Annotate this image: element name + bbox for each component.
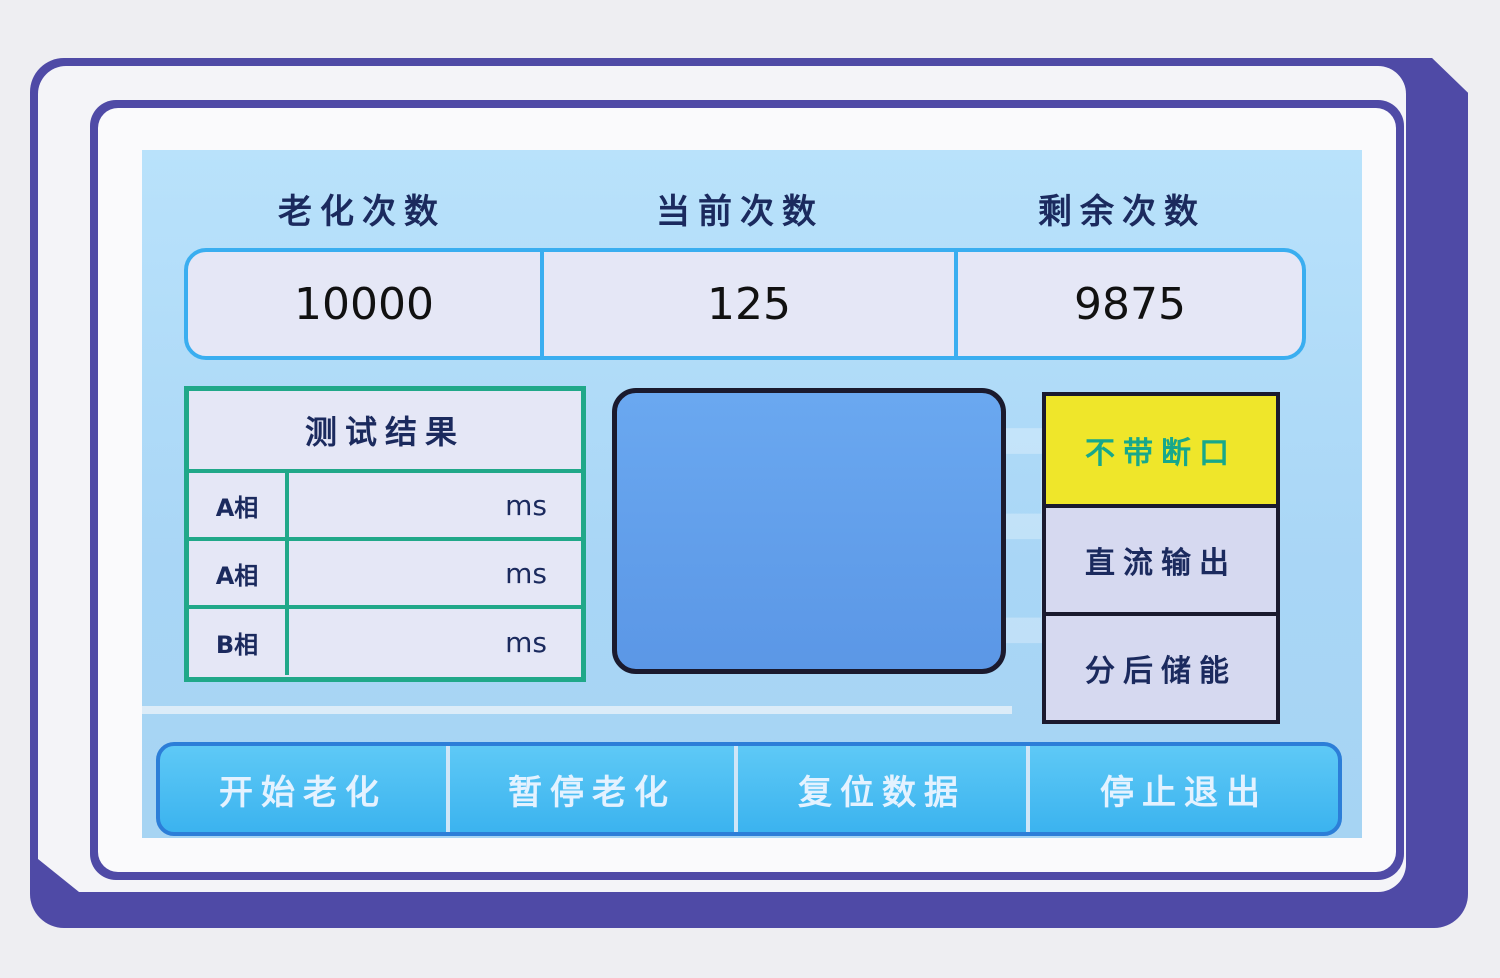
stop-exit-button[interactable]: 停止退出 — [1030, 746, 1338, 832]
header-aging-count: 老化次数 — [278, 192, 446, 232]
divider — [142, 706, 1012, 714]
test-result-table: 测试结果 A相 ms A相 ms B相 ms — [184, 386, 586, 682]
mode-button-no-break[interactable]: 不带断口 — [1042, 392, 1280, 508]
table-row: B相 ms — [189, 609, 581, 675]
remaining-count-value: 9875 — [1074, 278, 1186, 330]
table-row: A相 ms — [189, 541, 581, 609]
phase-label: A相 — [189, 473, 289, 537]
phase-value-unit: ms — [505, 556, 547, 590]
phase-value-unit: ms — [505, 625, 547, 659]
phase-value-unit: ms — [505, 488, 547, 522]
pause-aging-button[interactable]: 暂停老化 — [450, 746, 738, 832]
table-row: A相 ms — [189, 473, 581, 541]
header-current-count: 当前次数 — [656, 192, 824, 232]
action-bar: 开始老化 暂停老化 复位数据 停止退出 — [156, 742, 1342, 836]
mode-selector: 不带断口 直流输出 分后储能 — [1042, 392, 1280, 724]
header-remaining-count: 剩余次数 — [1038, 192, 1206, 232]
mode-button-store-after-open[interactable]: 分后储能 — [1042, 612, 1280, 724]
mode-button-dc-output[interactable]: 直流输出 — [1042, 504, 1280, 616]
current-count-value: 125 — [544, 252, 958, 356]
start-aging-button[interactable]: 开始老化 — [160, 746, 450, 832]
phase-label: A相 — [189, 541, 289, 605]
reset-data-button[interactable]: 复位数据 — [738, 746, 1030, 832]
phase-label: B相 — [189, 609, 289, 675]
status-display-panel — [612, 388, 1006, 674]
hmi-screen: 特高压 老化次数 当前次数 剩余次数 10000 125 9875 测试结果 A… — [142, 150, 1362, 838]
aging-count-value: 10000 — [188, 252, 544, 356]
test-result-title: 测试结果 — [189, 391, 581, 473]
counter-panel: 10000 125 9875 — [184, 248, 1306, 360]
